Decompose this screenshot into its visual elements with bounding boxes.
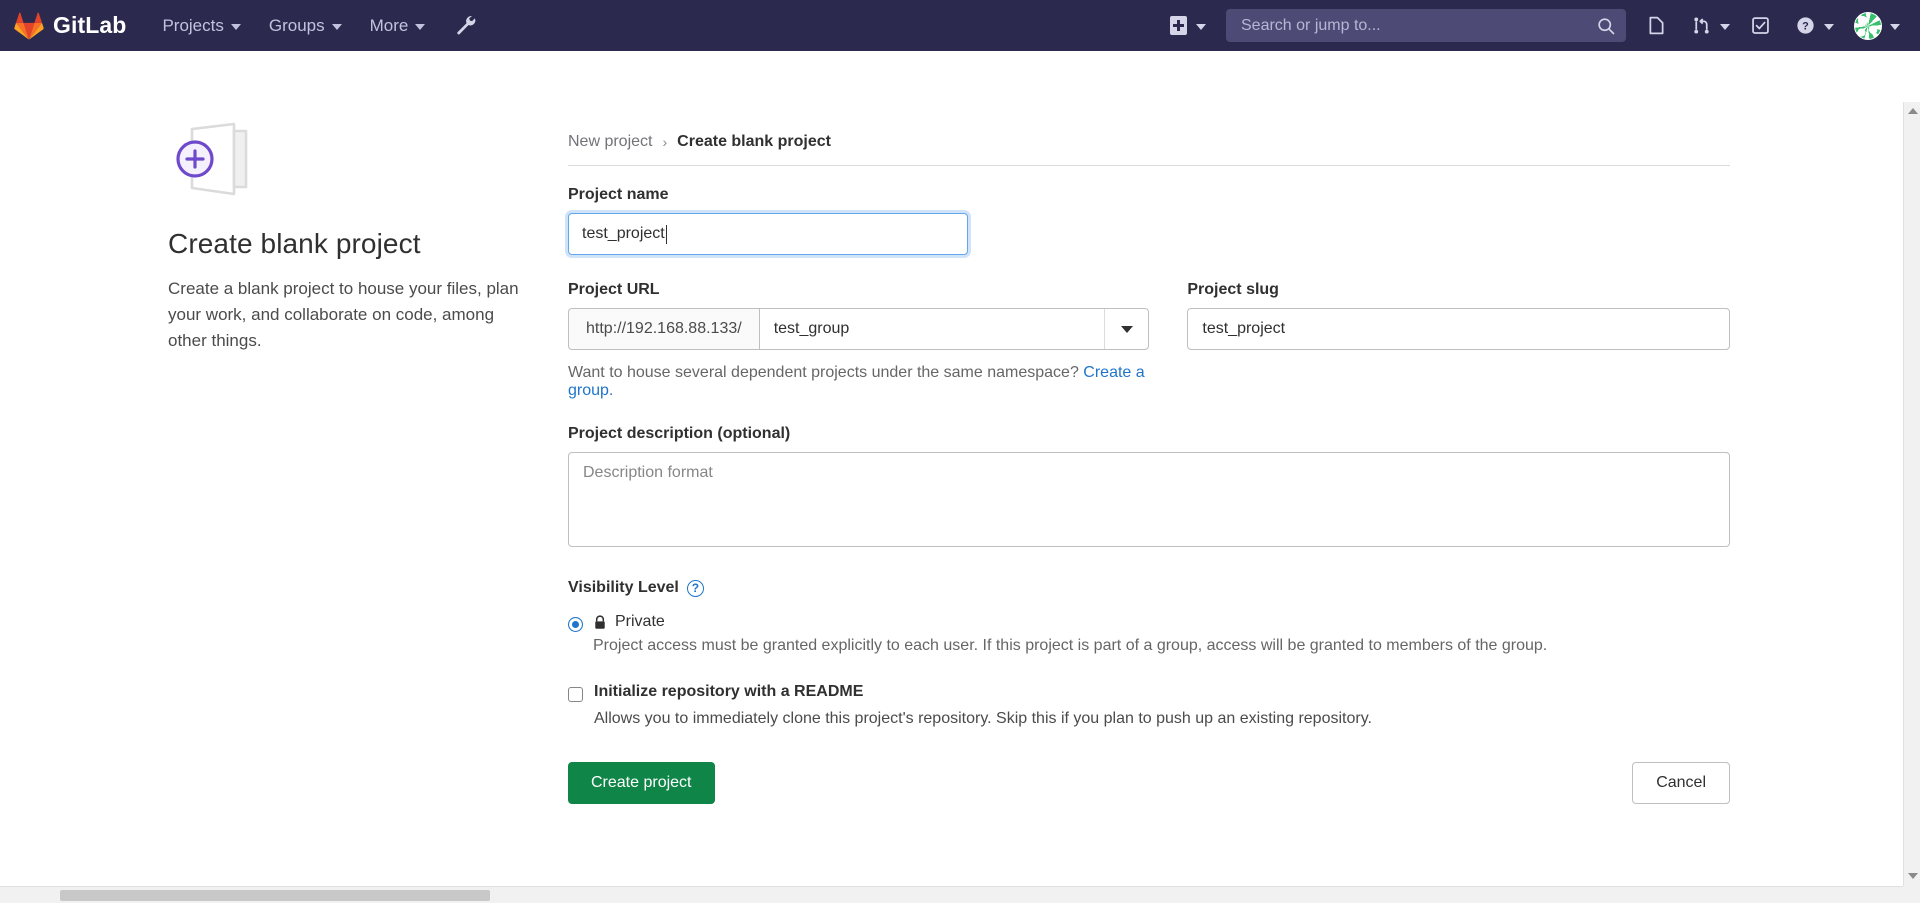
issues-icon xyxy=(1649,16,1664,35)
question-circle-icon[interactable]: ? xyxy=(686,579,704,597)
chevron-down-icon xyxy=(1121,326,1134,333)
gitlab-logo-link[interactable]: GitLab xyxy=(14,11,127,40)
form-actions: Create project Cancel xyxy=(568,762,1730,805)
create-new-dropdown[interactable] xyxy=(1158,16,1218,35)
vertical-scrollbar[interactable] xyxy=(1903,102,1920,903)
breadcrumb-divider xyxy=(568,165,1730,166)
chevron-down-icon xyxy=(331,23,342,30)
issues-icon-button[interactable] xyxy=(1634,0,1679,51)
breadcrumb-new-project[interactable]: New project xyxy=(568,133,652,151)
merge-requests-button[interactable] xyxy=(1679,0,1738,51)
navbar-left-section: GitLab Projects Groups More xyxy=(14,0,493,51)
breadcrumb: New project › Create blank project xyxy=(568,133,1730,165)
readme-description: Allows you to immediately clone this pro… xyxy=(594,710,1372,728)
nav-menu-projects-label: Projects xyxy=(162,15,224,35)
readme-section: Initialize repository with a README Allo… xyxy=(568,683,1730,728)
project-slug-input[interactable] xyxy=(1187,308,1730,350)
select-divider xyxy=(1104,309,1106,349)
lock-icon xyxy=(595,614,605,629)
page-body: Create blank project Create a blank proj… xyxy=(0,51,1920,903)
plus-square-icon xyxy=(1170,16,1187,35)
top-navigation-bar: GitLab Projects Groups More Search or ju… xyxy=(0,0,1920,51)
chevron-down-icon xyxy=(1720,23,1730,30)
readme-checkbox-row[interactable]: Initialize repository with a README xyxy=(568,683,1730,703)
readme-checkbox[interactable] xyxy=(568,687,583,703)
merge-requests-icon xyxy=(1694,17,1709,34)
create-blank-project-intro: Create blank project Create a blank proj… xyxy=(168,121,538,353)
nav-menu-groups-label: Groups xyxy=(268,15,325,35)
visibility-level-heading: Visibility Level ? xyxy=(568,579,1730,597)
chevron-down-icon xyxy=(1890,23,1900,30)
wrench-icon xyxy=(457,15,476,34)
project-url-field-group: Project URL http://192.168.88.133/ test_… xyxy=(568,281,1150,400)
project-name-input[interactable]: test_project xyxy=(568,213,968,255)
horizontal-scrollbar[interactable] xyxy=(0,886,1903,903)
nav-menu-more[interactable]: More xyxy=(356,0,440,51)
project-name-field-group: Project name test_project xyxy=(568,186,1730,255)
page-description: Create a blank project to house your fil… xyxy=(168,279,519,350)
horizontal-scroll-thumb[interactable] xyxy=(60,890,490,901)
visibility-option-private[interactable]: Private Project access must be granted e… xyxy=(568,613,1730,657)
help-icon: ? xyxy=(1797,17,1814,34)
scroll-up-arrow-icon[interactable] xyxy=(1908,108,1918,114)
chevron-down-icon xyxy=(415,23,426,30)
project-slug-field-group: Project slug xyxy=(1187,281,1730,400)
project-description-label: Project description (optional) xyxy=(568,425,791,442)
help-button[interactable]: ? xyxy=(1783,0,1842,51)
gitlab-brand-text: GitLab xyxy=(53,12,127,38)
text-cursor xyxy=(665,224,667,244)
create-project-button[interactable]: Create project xyxy=(568,762,715,805)
breadcrumb-separator-icon: › xyxy=(662,134,668,150)
chevron-down-icon xyxy=(1824,23,1834,30)
create-project-form: New project › Create blank project Proje… xyxy=(568,133,1730,805)
visibility-private-title: Private xyxy=(615,613,665,630)
namespace-select[interactable]: test_group xyxy=(758,308,1150,350)
breadcrumb-current: Create blank project xyxy=(677,133,831,150)
search-icon xyxy=(1598,17,1615,34)
todos-icon xyxy=(1752,17,1769,34)
visibility-level-label: Visibility Level xyxy=(568,579,679,596)
global-search-box[interactable] xyxy=(1226,9,1626,42)
project-slug-label: Project slug xyxy=(1187,281,1279,298)
visibility-private-radio[interactable] xyxy=(568,617,583,632)
namespace-selected-value: test_group xyxy=(773,320,850,337)
gitlab-tanuki-icon xyxy=(14,11,44,40)
svg-text:?: ? xyxy=(1802,21,1809,33)
navbar-right-section: ? xyxy=(1158,0,1908,51)
project-url-prefix: http://192.168.88.133/ xyxy=(568,308,759,350)
chevron-down-icon xyxy=(1196,23,1206,30)
blank-project-icon xyxy=(176,122,248,196)
avatar xyxy=(1854,11,1882,40)
project-url-label: Project URL xyxy=(568,281,660,298)
scrollbar-corner xyxy=(1903,886,1920,903)
user-menu-button[interactable] xyxy=(1842,0,1908,51)
admin-area-button[interactable] xyxy=(439,15,493,37)
visibility-private-content: Private Project access must be granted e… xyxy=(593,613,1547,657)
todos-button[interactable] xyxy=(1738,0,1783,51)
nav-menu-projects[interactable]: Projects xyxy=(148,0,254,51)
chevron-down-icon xyxy=(230,23,241,30)
project-url-input-group: http://192.168.88.133/ test_group xyxy=(568,308,1150,350)
project-description-textarea[interactable] xyxy=(568,452,1730,547)
project-name-label: Project name xyxy=(568,186,669,203)
visibility-private-title-row: Private xyxy=(593,613,1547,631)
cancel-button[interactable]: Cancel xyxy=(1632,762,1730,805)
namespace-hint: Want to house several dependent projects… xyxy=(568,364,1149,400)
page-title: Create blank project xyxy=(168,228,421,259)
namespace-hint-text: Want to house several dependent projects… xyxy=(568,364,1079,381)
readme-label: Initialize repository with a README xyxy=(594,683,864,701)
project-description-field-group: Project description (optional) xyxy=(568,425,1730,552)
visibility-private-description: Project access must be granted explicitl… xyxy=(593,637,1548,654)
url-and-slug-row: Project URL http://192.168.88.133/ test_… xyxy=(568,281,1730,400)
nav-menu-groups[interactable]: Groups xyxy=(255,0,356,51)
scroll-down-arrow-icon[interactable] xyxy=(1908,873,1918,879)
nav-menu-more-label: More xyxy=(369,15,409,35)
search-input[interactable] xyxy=(1239,15,1596,36)
visibility-level-section: Visibility Level ? Private Project acces… xyxy=(568,579,1730,657)
project-name-value: test_project xyxy=(582,225,665,242)
